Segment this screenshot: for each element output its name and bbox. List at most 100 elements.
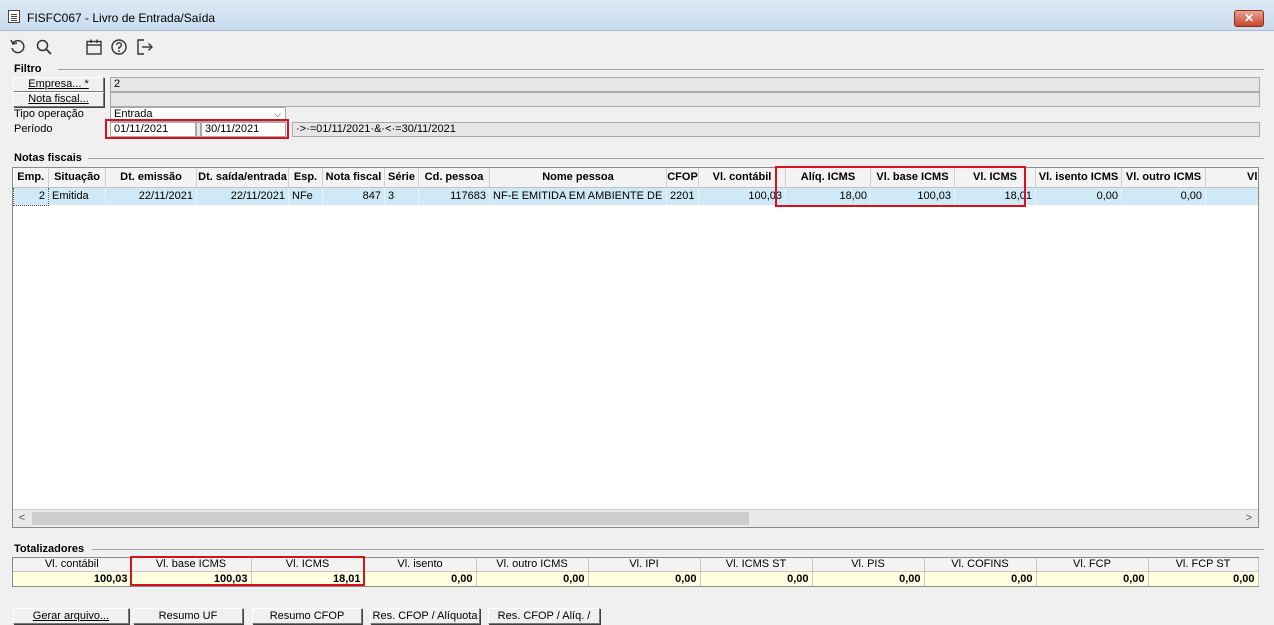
tipo-operacao-label: Tipo operação xyxy=(14,108,84,120)
cell-dt-emissao: 22/11/2021 xyxy=(105,187,197,205)
scrollbar-thumb[interactable] xyxy=(32,512,749,525)
col-vl-outro-icms[interactable]: Vl. outro ICMS xyxy=(1121,168,1206,188)
tot-col-vl-base-icms: Vl. base ICMS xyxy=(131,558,252,572)
tot-vl-ipi: 0,00 xyxy=(588,571,701,586)
close-button[interactable]: ✕ xyxy=(1234,10,1264,27)
tot-col-vl-contabil: Vl. contábil xyxy=(13,558,132,572)
periodo-label: Período xyxy=(14,123,53,135)
tipo-operacao-value: Entrada xyxy=(114,108,153,120)
cell-vl-isento-icms: 0,00 xyxy=(1035,187,1122,205)
scroll-left-icon[interactable]: < xyxy=(15,512,29,525)
notas-grid[interactable]: Emp. Situação Dt. emissão Dt. saída/entr… xyxy=(12,167,1259,528)
col-situacao[interactable]: Situação xyxy=(48,168,106,188)
col-vl-base-icms[interactable]: Vl. base ICMS xyxy=(870,168,955,188)
periodo-end-field[interactable]: 30/11/2021 xyxy=(201,122,286,137)
cell-vl-outro-icms: 0,00 xyxy=(1121,187,1206,205)
totalizadores-values-row: 100,03 100,03 18,01 0,00 0,00 0,00 0,00 … xyxy=(13,571,1259,586)
cell-vl-contabil: 100,03 xyxy=(698,187,786,205)
col-aliq-icms[interactable]: Alíq. ICMS xyxy=(785,168,871,188)
totalizadores-grid: Vl. contábil Vl. base ICMS Vl. ICMS Vl. … xyxy=(12,557,1259,587)
tot-col-vl-fcp-st: Vl. FCP ST xyxy=(1148,558,1259,572)
filtro-divider xyxy=(58,69,1264,70)
tot-col-vl-isento: Vl. isento xyxy=(364,558,477,572)
tot-vl-isento: 0,00 xyxy=(364,571,477,586)
tot-vl-cofins: 0,00 xyxy=(924,571,1037,586)
col-esp[interactable]: Esp. xyxy=(288,168,323,188)
empresa-field[interactable]: 2 xyxy=(110,77,1260,92)
col-nome-pessoa[interactable]: Nome pessoa xyxy=(489,168,667,188)
scroll-right-icon[interactable]: > xyxy=(1242,512,1256,525)
tot-col-vl-ipi: Vl. IPI xyxy=(588,558,701,572)
tot-col-vl-cofins: Vl. COFINS xyxy=(924,558,1037,572)
resumo-cfop-button[interactable]: Resumo CFOP xyxy=(252,608,362,624)
tot-col-vl-fcp: Vl. FCP xyxy=(1036,558,1149,572)
nota-fiscal-field[interactable] xyxy=(110,92,1260,107)
col-vl-ipi[interactable]: Vl. IPI xyxy=(1205,168,1258,188)
col-serie[interactable]: Série xyxy=(384,168,419,188)
cell-esp: NFe xyxy=(288,187,323,205)
col-cd-pessoa[interactable]: Cd. pessoa xyxy=(418,168,490,188)
totalizadores-divider xyxy=(92,549,1264,550)
tot-vl-icms: 18,01 xyxy=(251,571,365,586)
filtro-label: Filtro xyxy=(14,63,42,75)
cell-serie: 3 xyxy=(384,187,419,205)
search-icon[interactable] xyxy=(35,38,53,56)
tot-col-vl-icms: Vl. ICMS xyxy=(251,558,365,572)
tot-col-vl-outro-icms: Vl. outro ICMS xyxy=(476,558,589,572)
notas-label: Notas fiscais xyxy=(14,152,82,164)
col-dt-emissao[interactable]: Dt. emissão xyxy=(105,168,197,188)
gerar-arquivo-button[interactable]: Gerar arquivo... xyxy=(13,608,129,624)
cell-vl-ipi: 0 xyxy=(1205,187,1258,205)
cell-nota-fiscal: 847 xyxy=(322,187,385,205)
res-cfop-aliq-uf-button[interactable]: Res. CFOP / Alíq. / UF xyxy=(488,608,600,625)
tot-vl-fcp: 0,00 xyxy=(1036,571,1149,586)
notas-divider xyxy=(88,158,1264,159)
horizontal-scrollbar[interactable]: < > xyxy=(13,509,1258,527)
cell-aliq-icms: 18,00 xyxy=(785,187,871,205)
table-row[interactable]: 2 Emitida 22/11/2021 22/11/2021 NFe 847 … xyxy=(13,186,1258,206)
periodo-expression: ·>·=01/11/2021·&·<·=30/11/2021 xyxy=(292,122,1260,137)
notas-header-row: Emp. Situação Dt. emissão Dt. saída/entr… xyxy=(13,168,1258,188)
cell-cd-pessoa: 117683 xyxy=(418,187,490,205)
res-cfop-aliquota-button[interactable]: Res. CFOP / Alíquota xyxy=(370,608,480,624)
tot-vl-outro-icms: 0,00 xyxy=(476,571,589,586)
gerar-arquivo-label: Gerar arquivo... xyxy=(32,610,110,622)
tot-col-vl-pis: Vl. PIS xyxy=(812,558,925,572)
document-icon xyxy=(8,10,20,23)
refresh-icon[interactable] xyxy=(9,38,27,56)
tot-vl-base-icms: 100,03 xyxy=(131,571,252,586)
chevron-down-icon: ⌵ xyxy=(274,109,281,119)
tipo-operacao-select[interactable]: Entrada ⌵ xyxy=(110,107,286,122)
col-vl-icms[interactable]: Vl. ICMS xyxy=(954,168,1036,188)
tot-vl-icms-st: 0,00 xyxy=(700,571,813,586)
resumo-uf-button[interactable]: Resumo UF xyxy=(133,608,243,624)
col-vl-contabil[interactable]: Vl. contábil xyxy=(698,168,786,188)
nota-fiscal-button[interactable]: Nota fiscal... xyxy=(13,92,104,107)
window-title: FISFC067 - Livro de Entrada/Saída xyxy=(27,11,216,25)
cell-vl-icms: 18,01 xyxy=(954,187,1036,205)
col-dt-saida-entrada[interactable]: Dt. saída/entrada xyxy=(196,168,289,188)
cell-nome-pessoa: NF-E EMITIDA EM AMBIENTE DE HOM xyxy=(489,187,667,205)
cell-emp: 2 xyxy=(13,186,49,206)
tot-vl-contabil: 100,03 xyxy=(13,571,132,586)
totalizadores-header-row: Vl. contábil Vl. base ICMS Vl. ICMS Vl. … xyxy=(13,558,1259,572)
col-nota-fiscal[interactable]: Nota fiscal xyxy=(322,168,385,188)
tot-col-vl-icms-st: Vl. ICMS ST xyxy=(700,558,813,572)
periodo-start-field[interactable]: 01/11/2021 xyxy=(110,122,196,137)
cell-cfop: 2201 xyxy=(666,187,699,205)
col-vl-isento-icms[interactable]: Vl. isento ICMS xyxy=(1035,168,1122,188)
title-bar: FISFC067 - Livro de Entrada/Saída ✕ xyxy=(0,0,1274,31)
empresa-button[interactable]: Empresa... * xyxy=(13,77,104,92)
totalizadores-label: Totalizadores xyxy=(14,543,85,555)
help-icon[interactable] xyxy=(110,38,128,56)
tot-vl-fcp-st: 0,00 xyxy=(1148,571,1259,586)
col-cfop[interactable]: CFOP xyxy=(666,168,699,188)
exit-icon[interactable] xyxy=(136,38,154,56)
totalizadores-table: Vl. contábil Vl. base ICMS Vl. ICMS Vl. … xyxy=(13,558,1259,586)
cell-situacao: Emitida xyxy=(48,187,106,205)
calendar-icon[interactable] xyxy=(85,38,103,56)
cell-dt-saida-entrada: 22/11/2021 xyxy=(196,187,289,205)
col-emp[interactable]: Emp. xyxy=(13,168,49,188)
notas-table: Emp. Situação Dt. emissão Dt. saída/entr… xyxy=(13,168,1258,206)
tot-vl-pis: 0,00 xyxy=(812,571,925,586)
